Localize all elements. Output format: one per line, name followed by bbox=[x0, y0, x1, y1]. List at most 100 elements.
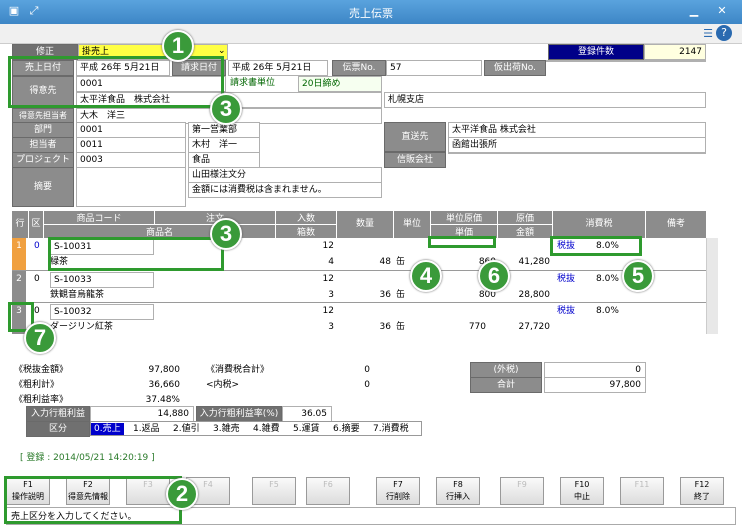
ext-tax-label: (外税) bbox=[470, 362, 542, 378]
close-button[interactable]: ✕ bbox=[712, 2, 732, 20]
kubun-option[interactable]: 1.返品 bbox=[133, 423, 160, 435]
row-code[interactable]: S-10032 bbox=[50, 304, 154, 320]
row-tax-rate: 8.0% bbox=[596, 274, 619, 284]
f11-button: F11 bbox=[620, 477, 664, 505]
project-name: 食品 bbox=[188, 152, 260, 168]
customer-branch: 札幌支店 bbox=[384, 92, 706, 108]
row-amount[interactable]: 28,800 bbox=[512, 289, 551, 301]
fkey-name: F6 bbox=[323, 480, 333, 489]
help-icon[interactable]: ? bbox=[716, 25, 732, 41]
kubun-option[interactable]: 7.消費税 bbox=[373, 423, 409, 435]
row-amount[interactable]: 41,280 bbox=[512, 256, 551, 268]
kubun-option[interactable]: 3.雑売 bbox=[213, 423, 240, 435]
f7-button[interactable]: F7 行削除 bbox=[376, 477, 420, 505]
kubun-option[interactable]: 4.雑費 bbox=[253, 423, 280, 435]
memo-line1-input[interactable]: 山田様注文分 bbox=[188, 167, 382, 183]
row-cost[interactable]: 27,720 bbox=[512, 321, 551, 333]
callout-badge: 7 bbox=[24, 322, 56, 354]
highlight-box bbox=[8, 56, 224, 108]
pretax-label: 《税抜金額》 bbox=[14, 365, 69, 375]
row-kubun[interactable]: 0 bbox=[34, 305, 40, 317]
kubun-options: 0.売上 1.返品 2.値引 3.雑売 4.雑費 5.運賃 6.摘要 7.消費税 bbox=[90, 421, 422, 436]
project-label: プロジェクト bbox=[12, 152, 74, 168]
slip-no-input[interactable]: 57 bbox=[386, 60, 482, 76]
toolbar: ☰ ? bbox=[0, 24, 742, 44]
row-kubun[interactable]: 0 bbox=[34, 240, 40, 252]
memo-code-input[interactable] bbox=[76, 167, 186, 207]
row-unit[interactable]: 缶 bbox=[396, 289, 405, 301]
fkey-label: 中止 bbox=[574, 492, 590, 501]
row-hakosu[interactable]: 3 bbox=[312, 289, 334, 301]
row-qty[interactable]: 36 bbox=[367, 321, 391, 333]
temp-ship-input[interactable] bbox=[546, 60, 706, 62]
highlight-box bbox=[550, 236, 642, 256]
fkey-name: F5 bbox=[269, 480, 279, 489]
memo-line2-input[interactable]: 金額には消費税は含まれません。 bbox=[188, 182, 382, 198]
dept-code-input[interactable]: 0001 bbox=[76, 122, 186, 138]
fkey-name: F8 bbox=[453, 480, 463, 489]
row-code[interactable]: S-10033 bbox=[50, 272, 154, 288]
consignment-input[interactable] bbox=[448, 152, 706, 154]
row-name[interactable]: ダージリン紅茶 bbox=[50, 321, 113, 333]
col-unit-header: 単位 bbox=[394, 211, 430, 238]
kubun-option[interactable]: 6.摘要 bbox=[333, 423, 360, 435]
closing-value: 20日締め bbox=[298, 76, 382, 92]
callout-badge: 2 bbox=[166, 478, 198, 510]
row-unit[interactable]: 缶 bbox=[396, 256, 405, 268]
row-irisu[interactable]: 12 bbox=[312, 273, 334, 285]
sum-value: 97,800 bbox=[544, 377, 646, 393]
row-tax-type[interactable]: 税抜 bbox=[557, 273, 575, 285]
row-number[interactable]: 1 bbox=[12, 238, 26, 270]
fkey-name: F12 bbox=[694, 480, 710, 489]
kubun-option[interactable]: 5.運賃 bbox=[293, 423, 320, 435]
slip-no-label: 伝票No. bbox=[332, 60, 386, 76]
row-hakosu[interactable]: 3 bbox=[312, 321, 334, 333]
callout-badge: 4 bbox=[410, 260, 442, 292]
project-code-input[interactable]: 0003 bbox=[76, 152, 186, 168]
delivery-branch: 函館出張所 bbox=[448, 137, 706, 153]
fkey-label: 終了 bbox=[694, 492, 710, 501]
row-irisu[interactable]: 12 bbox=[312, 305, 334, 317]
input-rate-value: 36.05 bbox=[282, 406, 332, 422]
minimize-button[interactable]: ▁ bbox=[684, 2, 704, 20]
kubun-option[interactable]: 2.値引 bbox=[173, 423, 200, 435]
list-icon[interactable]: ☰ bbox=[698, 25, 718, 43]
input-gross-value: 14,880 bbox=[90, 406, 194, 422]
fkey-name: F10 bbox=[574, 480, 590, 489]
tax-total-value: 0 bbox=[364, 365, 370, 375]
tax-total-label: 《消費税合計》 bbox=[206, 365, 270, 375]
ext-tax-value: 0 bbox=[544, 362, 646, 378]
row-unit-price[interactable]: 770 bbox=[462, 321, 486, 333]
row-number[interactable]: 2 bbox=[12, 271, 26, 302]
row-unit[interactable]: 缶 bbox=[396, 321, 405, 333]
dept-label: 部門 bbox=[12, 122, 74, 138]
fkey-name: F7 bbox=[393, 480, 403, 489]
row-qty[interactable]: 36 bbox=[367, 289, 391, 301]
row-irisu[interactable]: 12 bbox=[312, 240, 334, 252]
kubun-option-selected[interactable]: 0.売上 bbox=[91, 423, 124, 435]
f12-button[interactable]: F12 終了 bbox=[680, 477, 724, 505]
callout-badge: 5 bbox=[622, 260, 654, 292]
row-kubun[interactable]: 0 bbox=[34, 273, 40, 285]
f10-button[interactable]: F10 中止 bbox=[560, 477, 604, 505]
grid-scrollbar[interactable] bbox=[706, 238, 718, 334]
col-code-header: 商品コード bbox=[44, 211, 154, 224]
f8-button[interactable]: F8 行挿入 bbox=[436, 477, 480, 505]
billing-date-input[interactable]: 平成 26年 5月21日 bbox=[228, 60, 328, 76]
col-hakosu-header: 箱数 bbox=[276, 225, 336, 238]
sum-label: 合計 bbox=[470, 377, 542, 393]
row-hakosu[interactable]: 4 bbox=[312, 256, 334, 268]
col-note-header: 備考 bbox=[646, 211, 706, 238]
col-unit-cost-header: 単位原価 bbox=[431, 211, 497, 224]
margin-label: 《粗利益率》 bbox=[14, 395, 69, 405]
row-qty[interactable]: 48 bbox=[367, 256, 391, 268]
col-row-header: 行 bbox=[12, 211, 28, 238]
gross-value: 36,660 bbox=[148, 380, 181, 390]
callout-badge: 3 bbox=[210, 218, 242, 250]
memo-label: 摘要 bbox=[12, 167, 74, 207]
callout-badge: 3 bbox=[210, 93, 242, 125]
col-cost-header: 原価 bbox=[498, 211, 552, 224]
row-tax-type[interactable]: 税抜 bbox=[557, 305, 575, 317]
staff-code-input[interactable]: 0011 bbox=[76, 137, 186, 153]
row-name[interactable]: 鉄観音烏龍茶 bbox=[50, 289, 104, 301]
